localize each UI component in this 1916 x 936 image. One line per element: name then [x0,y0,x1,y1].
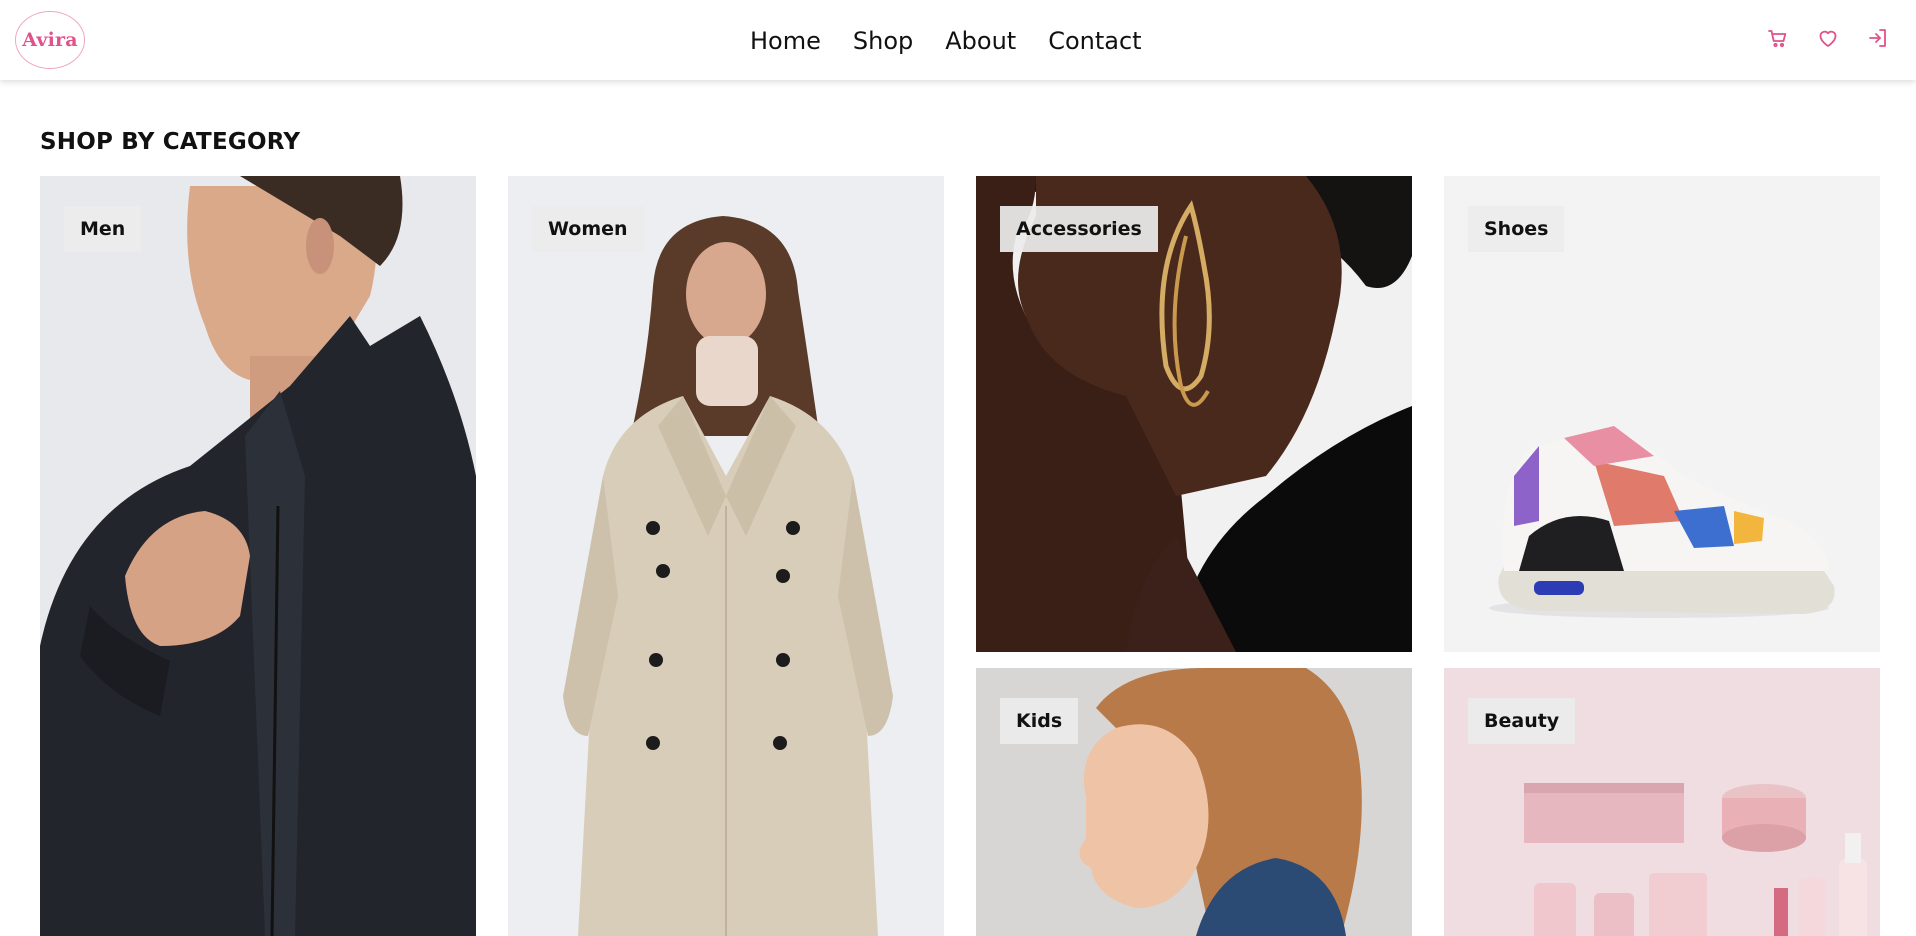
category-label-kids: Kids [1000,698,1079,744]
nav-contact-link[interactable]: Contact [1048,22,1141,60]
category-card-men[interactable]: Men [40,176,476,936]
cart-icon[interactable] [1766,26,1790,50]
main-nav: Home Shop About Contact [750,22,1142,60]
category-card-accessories[interactable]: Accessories [976,176,1412,652]
category-card-beauty[interactable]: Beauty [1444,668,1880,936]
header-actions [1766,26,1890,50]
nav-about-link[interactable]: About [945,22,1016,60]
category-card-women[interactable]: Women [508,176,944,936]
category-label-men: Men [64,206,142,252]
heart-icon[interactable] [1816,26,1840,50]
category-label-women: Women [532,206,644,252]
site-header: Avira Home Shop About Contact [0,0,1916,80]
login-icon[interactable] [1866,26,1890,50]
category-label-beauty: Beauty [1468,698,1576,744]
nav-shop-link[interactable]: Shop [853,22,913,60]
category-card-kids[interactable]: Kids [976,668,1412,936]
category-label-accessories: Accessories [1000,206,1158,252]
section-title: SHOP BY CATEGORY [40,129,301,155]
category-label-shoes: Shoes [1468,206,1565,252]
brand-logo[interactable]: Avira [15,11,85,69]
men-category-image [40,176,476,936]
brand-name: Avira [22,29,78,51]
women-category-image [508,176,944,936]
nav-home-link[interactable]: Home [750,22,821,60]
category-card-shoes[interactable]: Shoes [1444,176,1880,652]
